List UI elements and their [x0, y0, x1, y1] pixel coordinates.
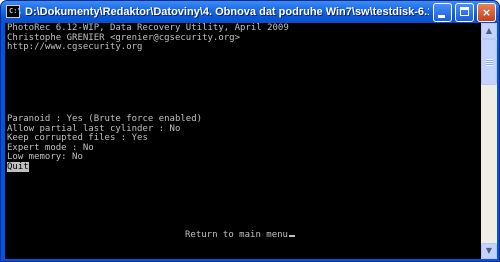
maximize-icon: [460, 7, 469, 16]
vertical-scrollbar[interactable]: ▲ ▼: [481, 23, 497, 259]
chevron-up-icon: ▲: [485, 26, 493, 35]
chevron-down-icon: ▼: [485, 246, 493, 255]
app-icon-glyph: C:\: [9, 7, 22, 15]
text-cursor: [288, 235, 295, 237]
window-title: D:\Dokumenty\Redaktor\Datoviny\4. Obnova…: [25, 6, 429, 18]
return-label: Return to main menu: [185, 230, 288, 240]
scroll-down-button[interactable]: ▼: [481, 243, 497, 259]
option-quit-selected[interactable]: Quit: [7, 162, 29, 173]
header-line: http://www.cgsecurity.org: [7, 42, 143, 53]
console-area[interactable]: PhotoRec 6.12-WIP, Data Recovery Utility…: [5, 23, 481, 259]
scroll-up-button[interactable]: ▲: [481, 23, 497, 39]
grip-icon: [486, 59, 493, 66]
maximize-button[interactable]: [455, 3, 474, 22]
minimize-button[interactable]: [433, 3, 452, 22]
console-window: C:\ D:\Dokumenty\Redaktor\Datoviny\4. Ob…: [0, 0, 500, 262]
console-app-icon[interactable]: C:\: [6, 5, 22, 18]
quit-label: Quit: [7, 162, 29, 172]
return-to-main-menu[interactable]: Return to main menu: [185, 230, 295, 241]
close-icon: ×: [481, 6, 492, 19]
close-button[interactable]: ×: [477, 3, 496, 22]
scroll-thumb[interactable]: [481, 39, 497, 85]
title-bar[interactable]: C:\ D:\Dokumenty\Redaktor\Datoviny\4. Ob…: [1, 1, 499, 23]
minimize-icon: [438, 15, 445, 18]
